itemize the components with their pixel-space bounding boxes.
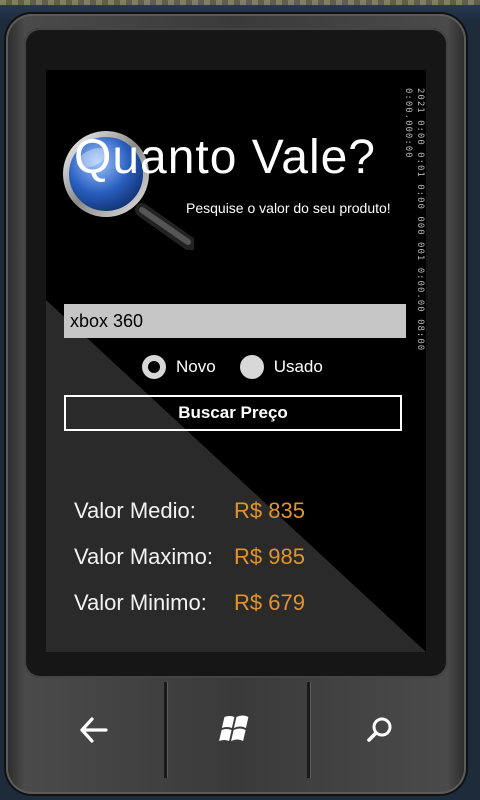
app-screen: 2021 0:00 0:01 0:00 000 001 0:00.00 08:0…: [46, 70, 426, 652]
result-row-average: Valor Medio: R$ 835: [74, 498, 305, 544]
average-label: Valor Medio:: [74, 498, 196, 523]
radio-label-usado: Usado: [273, 357, 323, 376]
desktop-stripe: [0, 0, 480, 5]
average-value: R$ 835: [234, 498, 305, 523]
hardware-button-bar: [24, 682, 448, 778]
search-icon: [367, 717, 392, 742]
minimum-label: Valor Minimo:: [74, 590, 207, 615]
maximum-value: R$ 985: [234, 544, 305, 569]
maximum-label: Valor Maximo:: [74, 544, 213, 569]
app-title: Quanto Vale?: [74, 131, 376, 184]
radio-circle-checked[interactable]: [142, 355, 166, 379]
radio-label-novo: Novo: [176, 357, 216, 376]
back-button[interactable]: [24, 682, 164, 778]
app-subtitle: Pesquise o valor do seu produto!: [186, 200, 391, 216]
back-arrow-icon: [80, 717, 108, 743]
radio-novo[interactable]: Novo: [142, 355, 216, 379]
search-price-button[interactable]: Buscar Preço: [64, 395, 402, 431]
product-search-input[interactable]: [64, 304, 406, 338]
result-row-minimum: Valor Minimo: R$ 679: [74, 590, 305, 636]
minimum-value: R$ 679: [234, 590, 305, 615]
search-hardware-button[interactable]: [310, 682, 450, 778]
start-button[interactable]: [167, 682, 307, 778]
results-panel: Valor Medio: R$ 835 Valor Maximo: R$ 985…: [74, 498, 305, 636]
radio-usado[interactable]: Usado: [239, 355, 323, 379]
windows-logo-icon: [219, 715, 249, 741]
condition-radio-group: Novo Usado: [142, 354, 323, 380]
result-row-maximum: Valor Maximo: R$ 985: [74, 544, 305, 590]
system-tray-text: 2021 0:00 0:01 0:00 000 001 0:00.00 08:0…: [403, 88, 425, 352]
radio-circle-unchecked[interactable]: [239, 355, 264, 379]
